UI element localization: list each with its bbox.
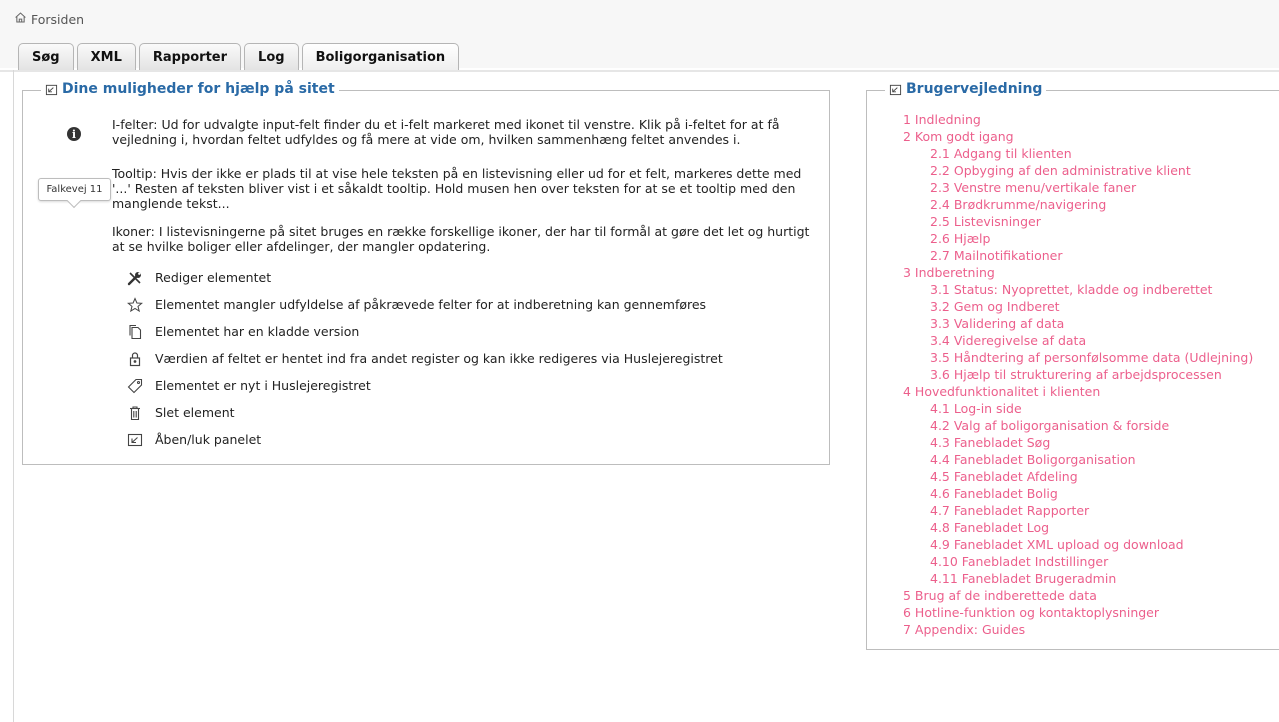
toc-link[interactable]: 2.4 Brødkrumme/navigering bbox=[930, 196, 1253, 213]
main-tabs: Søg XML Rapporter Log Boligorganisation bbox=[18, 43, 460, 71]
home-icon[interactable] bbox=[14, 11, 27, 27]
toc-link[interactable]: 3 Indberetning bbox=[903, 264, 1253, 281]
toc-link[interactable]: 4.7 Fanebladet Rapporter bbox=[930, 502, 1253, 519]
legend-item-locked: Værdien af feltet er hentet ind fra ande… bbox=[127, 345, 723, 372]
paragraph-i-felter: I-felter: Ud for udvalgte input-felt fin… bbox=[112, 117, 780, 147]
star-icon bbox=[127, 296, 143, 313]
info-icon[interactable]: i bbox=[67, 127, 81, 141]
legend-item-toggle: Åben/luk panelet bbox=[127, 426, 723, 453]
guide-panel-title: Brugervejledning bbox=[906, 81, 1043, 97]
toc-link[interactable]: 4.2 Valg af boligorganisation & forside bbox=[930, 417, 1253, 434]
legend-item-delete: Slet element bbox=[127, 399, 723, 426]
toc-link[interactable]: 4.8 Fanebladet Log bbox=[930, 519, 1253, 536]
legend-label: Værdien af feltet er hentet ind fra ande… bbox=[155, 351, 723, 366]
tag-icon bbox=[127, 378, 143, 394]
legend-label: Slet element bbox=[155, 405, 235, 420]
trash-icon bbox=[127, 405, 143, 421]
tooltip-example: Falkevej 11 bbox=[38, 178, 111, 201]
toc-link[interactable]: 3.6 Hjælp til strukturering af arbejdspr… bbox=[930, 366, 1253, 383]
breadcrumb-home-link[interactable]: Forsiden bbox=[31, 12, 84, 27]
toc-link[interactable]: 4.6 Fanebladet Bolig bbox=[930, 485, 1253, 502]
top-bar: Forsiden Søg XML Rapporter Log Boligorga… bbox=[0, 0, 1279, 71]
legend-item-edit: Rediger elementet bbox=[127, 264, 723, 291]
legend-item-draft: Elementet har en kladde version bbox=[127, 318, 723, 345]
panel-toggle-icon[interactable] bbox=[45, 83, 58, 96]
tab-sog[interactable]: Søg bbox=[18, 43, 74, 71]
wrench-icon bbox=[127, 270, 143, 286]
panel-toggle-icon[interactable] bbox=[889, 83, 902, 96]
toc-link[interactable]: 2.6 Hjælp bbox=[930, 230, 1253, 247]
toc-link[interactable]: 1 Indledning bbox=[903, 111, 1253, 128]
toc-link[interactable]: 3.5 Håndtering af personfølsomme data (U… bbox=[930, 349, 1253, 366]
toc-link[interactable]: 4 Hovedfunktionalitet i klienten bbox=[903, 383, 1253, 400]
toc-link[interactable]: 4.1 Log-in side bbox=[930, 400, 1253, 417]
icon-legend-list: Rediger elementet Elementet mangler udfy… bbox=[127, 264, 723, 453]
toc-link[interactable]: 3.1 Status: Nyoprettet, kladde og indber… bbox=[930, 281, 1253, 298]
left-border bbox=[13, 70, 14, 722]
panel-toggle-icon bbox=[127, 432, 143, 448]
legend-label: Åben/luk panelet bbox=[155, 432, 262, 447]
tab-content-divider bbox=[0, 70, 1279, 72]
tab-rapporter[interactable]: Rapporter bbox=[138, 43, 242, 71]
legend-label: Elementet er nyt i Huslejeregistret bbox=[155, 378, 371, 393]
toc-link[interactable]: 3.2 Gem og Indberet bbox=[930, 298, 1253, 315]
paragraph-tooltip: Tooltip: Hvis der ikke er plads til at v… bbox=[112, 166, 802, 211]
legend-label: Elementet har en kladde version bbox=[155, 324, 360, 339]
toc-link[interactable]: 4.10 Fanebladet Indstillinger bbox=[930, 553, 1253, 570]
help-panel-header: Dine muligheder for hjælp på sitet bbox=[41, 81, 339, 97]
toc-link[interactable]: 2.2 Opbyging af den administrative klien… bbox=[930, 162, 1253, 179]
toc-link[interactable]: 7 Appendix: Guides bbox=[903, 621, 1253, 638]
toc-link[interactable]: 2.7 Mailnotifikationer bbox=[930, 247, 1253, 264]
tab-xml[interactable]: XML bbox=[76, 43, 136, 71]
legend-label: Rediger elementet bbox=[155, 270, 272, 285]
legend-item-missing: Elementet mangler udfyldelse af påkræved… bbox=[127, 291, 723, 318]
paragraph-ikoner: Ikoner: I listevisningerne på sitet brug… bbox=[112, 224, 810, 254]
toc-link[interactable]: 2 Kom godt igang bbox=[903, 128, 1253, 145]
copy-icon bbox=[127, 324, 143, 340]
toc-link[interactable]: 4.11 Fanebladet Brugeradmin bbox=[930, 570, 1253, 587]
help-panel-title: Dine muligheder for hjælp på sitet bbox=[62, 81, 335, 97]
legend-label: Elementet mangler udfyldelse af påkræved… bbox=[155, 297, 707, 312]
breadcrumb[interactable]: Forsiden bbox=[14, 11, 84, 27]
toc-link[interactable]: 2.3 Venstre menu/vertikale faner bbox=[930, 179, 1253, 196]
toc-link[interactable]: 5 Brug af de indberettede data bbox=[903, 587, 1253, 604]
toc-link[interactable]: 2.1 Adgang til klienten bbox=[930, 145, 1253, 162]
guide-panel-header: Brugervejledning bbox=[885, 81, 1047, 97]
tab-boligorganisation[interactable]: Boligorganisation bbox=[301, 43, 460, 71]
toc-link[interactable]: 3.3 Validering af data bbox=[930, 315, 1253, 332]
guide-toc: 1 Indledning 2 Kom godt igang 2.1 Adgang t… bbox=[903, 111, 1253, 638]
toc-link[interactable]: 4.4 Fanebladet Boligorganisation bbox=[930, 451, 1253, 468]
toc-link[interactable]: 2.5 Listevisninger bbox=[930, 213, 1253, 230]
toc-link[interactable]: 6 Hotline-funktion og kontaktoplysninger bbox=[903, 604, 1253, 621]
toc-link[interactable]: 4.5 Fanebladet Afdeling bbox=[930, 468, 1253, 485]
lock-icon bbox=[127, 351, 143, 367]
toc-link[interactable]: 3.4 Videregivelse af data bbox=[930, 332, 1253, 349]
tab-log[interactable]: Log bbox=[244, 43, 299, 71]
legend-item-new: Elementet er nyt i Huslejeregistret bbox=[127, 372, 723, 399]
toc-link[interactable]: 4.9 Fanebladet XML upload og download bbox=[930, 536, 1253, 553]
toc-link[interactable]: 4.3 Fanebladet Søg bbox=[930, 434, 1253, 451]
